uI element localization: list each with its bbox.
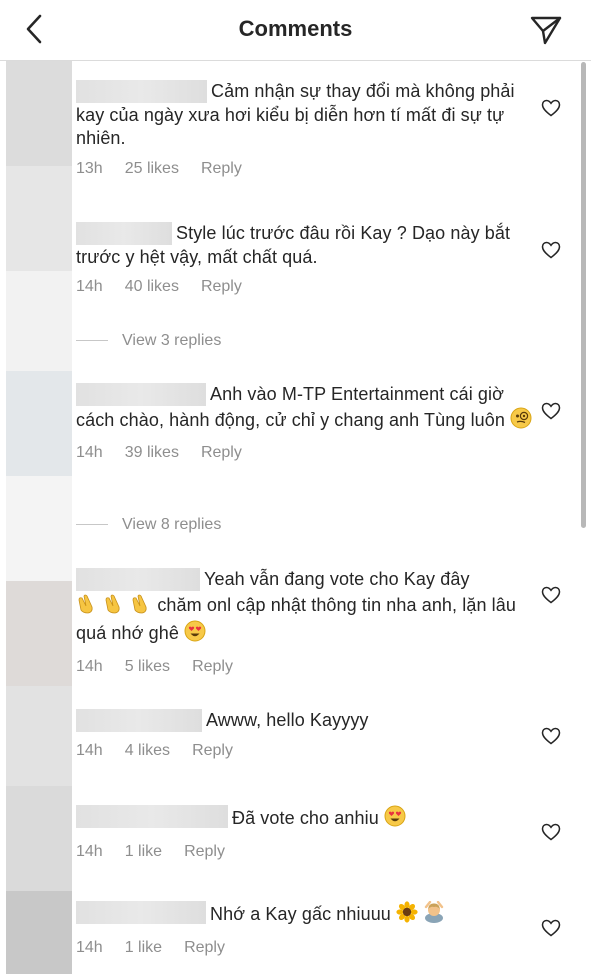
avatar[interactable] bbox=[6, 891, 72, 974]
comment-item: Awww, hello Kayyyy 14h 4 likes Reply bbox=[76, 709, 546, 764]
view-replies-button[interactable]: View 3 replies bbox=[76, 332, 221, 350]
comment-meta: 14h 39 likes Reply bbox=[76, 444, 546, 466]
reply-button[interactable]: Reply bbox=[192, 742, 233, 760]
reply-button[interactable]: Reply bbox=[201, 444, 242, 462]
redacted-username[interactable] bbox=[76, 805, 228, 828]
reply-button[interactable]: Reply bbox=[201, 160, 242, 178]
comment-item: Style lúc trước đâu rồi Kay ? Dạo này bắ… bbox=[76, 222, 546, 300]
reply-button[interactable]: Reply bbox=[192, 658, 233, 676]
comment-meta: 14h 1 like Reply bbox=[76, 843, 546, 865]
clapping-hands-emoji bbox=[103, 592, 125, 621]
reply-button[interactable]: Reply bbox=[184, 939, 225, 957]
comment-time: 14h bbox=[76, 278, 103, 295]
avatar bbox=[6, 476, 72, 581]
person-gesturing-emoji bbox=[423, 900, 445, 930]
heart-outline-icon[interactable] bbox=[541, 586, 561, 604]
comment-meta: 14h 5 likes Reply bbox=[76, 658, 546, 680]
heart-outline-icon[interactable] bbox=[541, 99, 561, 117]
comment-time: 14h bbox=[76, 741, 103, 759]
comment-item: Nhớ a Kay gấc nhiuuu 14h 1 like Reply bbox=[76, 900, 546, 961]
heart-outline-icon[interactable] bbox=[541, 241, 561, 259]
comment-likes[interactable]: 25 likes bbox=[125, 160, 179, 178]
heart-outline-icon[interactable] bbox=[541, 402, 561, 420]
comment-item: Cảm nhận sự thay đổi mà không phải kay c… bbox=[76, 80, 546, 182]
view-replies-label: View 3 replies bbox=[122, 332, 222, 349]
comment-likes[interactable]: 4 likes bbox=[125, 742, 170, 760]
heart-outline-icon[interactable] bbox=[541, 823, 561, 841]
redacted-username[interactable] bbox=[76, 709, 202, 732]
comment-item: Anh vào M-TP Entertainment cái giờ cách … bbox=[76, 383, 546, 466]
avatar[interactable] bbox=[6, 371, 72, 476]
redacted-username[interactable] bbox=[76, 383, 206, 406]
comment-time: 14h bbox=[76, 444, 103, 461]
redacted-username[interactable] bbox=[76, 80, 207, 103]
comment-time: 14h bbox=[76, 657, 103, 675]
avatar-column bbox=[6, 61, 72, 974]
replies-divider bbox=[76, 340, 108, 342]
comment-text: Yeah vẫn đang vote cho Kay đây bbox=[204, 569, 470, 589]
replies-divider bbox=[76, 524, 108, 526]
avatar[interactable] bbox=[6, 61, 72, 166]
clapping-hands-emoji bbox=[130, 592, 152, 621]
page-title: Comments bbox=[238, 16, 353, 41]
comment-likes[interactable]: 39 likes bbox=[125, 444, 179, 462]
monocle-face-emoji bbox=[510, 407, 532, 436]
redacted-username[interactable] bbox=[76, 901, 206, 924]
comment-text: Đã vote cho anhiu bbox=[232, 808, 379, 828]
comment-time: 14h bbox=[76, 842, 103, 860]
comment-meta: 14h 4 likes Reply bbox=[76, 742, 546, 764]
redacted-username[interactable] bbox=[76, 222, 172, 245]
comment-likes[interactable]: 40 likes bbox=[125, 278, 179, 296]
reply-button[interactable]: Reply bbox=[184, 843, 225, 861]
heart-eyes-emoji bbox=[184, 620, 206, 649]
comment-item: Đã vote cho anhiu 14h 1 like Reply bbox=[76, 805, 546, 865]
avatar[interactable] bbox=[6, 166, 72, 271]
sunflower-emoji bbox=[396, 901, 418, 930]
comment-likes[interactable]: 1 like bbox=[125, 843, 162, 861]
comment-meta: 14h 1 like Reply bbox=[76, 939, 546, 961]
redacted-username[interactable] bbox=[76, 568, 200, 591]
paper-plane-icon[interactable] bbox=[529, 14, 563, 46]
heart-outline-icon[interactable] bbox=[541, 919, 561, 937]
comment-item: Yeah vẫn đang vote cho Kay đây chăm onl … bbox=[76, 568, 546, 680]
scrollbar[interactable] bbox=[581, 62, 586, 528]
header-bar: Comments bbox=[0, 0, 591, 61]
avatar[interactable] bbox=[6, 581, 72, 686]
view-replies-button[interactable]: View 8 replies bbox=[76, 516, 221, 534]
reply-button[interactable]: Reply bbox=[201, 278, 242, 296]
clapping-hands-emoji bbox=[76, 592, 98, 621]
comment-text: Awww, hello Kayyyy bbox=[206, 710, 369, 730]
heart-eyes-emoji bbox=[384, 805, 406, 834]
avatar[interactable] bbox=[6, 786, 72, 891]
comment-text: Nhớ a Kay gấc nhiuuu bbox=[210, 904, 391, 924]
avatar[interactable] bbox=[6, 686, 72, 786]
comment-likes[interactable]: 1 like bbox=[125, 939, 162, 957]
comment-time: 14h bbox=[76, 938, 103, 956]
comment-meta: 14h 40 likes Reply bbox=[76, 278, 546, 300]
heart-outline-icon[interactable] bbox=[541, 727, 561, 745]
comment-likes[interactable]: 5 likes bbox=[125, 658, 170, 676]
avatar bbox=[6, 271, 72, 371]
view-replies-label: View 8 replies bbox=[122, 516, 222, 533]
comment-meta: 13h 25 likes Reply bbox=[76, 160, 546, 182]
comment-time: 13h bbox=[76, 159, 103, 177]
